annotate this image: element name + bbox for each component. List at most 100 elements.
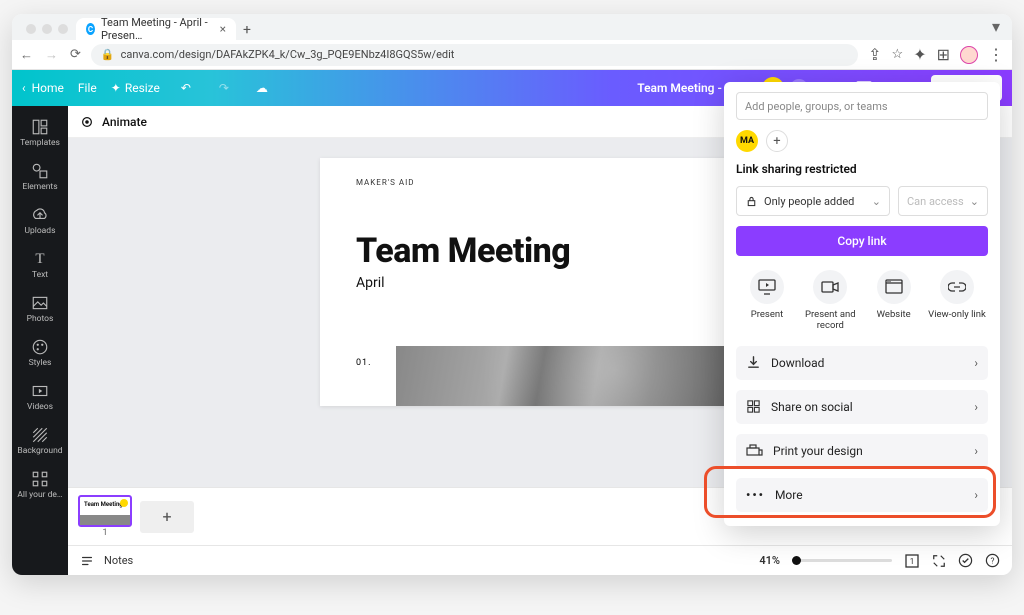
- action-share-social[interactable]: Share on social ›: [736, 390, 988, 424]
- thumb-avatar-icon: [120, 499, 128, 507]
- copy-link-button[interactable]: Copy link: [736, 226, 988, 256]
- add-people-input[interactable]: Add people, groups, or teams: [736, 92, 988, 120]
- add-people-placeholder: Add people, groups, or teams: [745, 100, 888, 113]
- browser-tab-strip: C Team Meeting - April - Presen… × + ▾: [12, 14, 1012, 40]
- browser-tab[interactable]: C Team Meeting - April - Presen… ×: [76, 18, 236, 40]
- slide-brand: MAKER'S AID: [356, 178, 724, 187]
- chevron-right-icon: ›: [974, 400, 978, 414]
- nav-reload-icon[interactable]: ⟳: [70, 47, 81, 63]
- sidebar-item-background[interactable]: Background: [12, 420, 68, 462]
- uploads-icon: [31, 206, 49, 224]
- bottom-bar: Notes 41% 1 ?: [68, 545, 1012, 575]
- notes-button[interactable]: Notes: [104, 554, 133, 567]
- chevron-left-icon: ‹: [22, 81, 26, 95]
- sidebar-item-photos[interactable]: Photos: [12, 288, 68, 330]
- traffic-close[interactable]: [26, 24, 36, 34]
- animate-icon: [80, 115, 94, 129]
- lock-icon: 🔒: [101, 48, 115, 61]
- lock-icon: [745, 195, 758, 208]
- photos-icon: [31, 294, 49, 312]
- more-icon: •••: [746, 488, 765, 502]
- share-panel: Add people, groups, or teams MA + Link s…: [724, 82, 1000, 526]
- nav-buttons: ← → ⟳: [20, 47, 81, 63]
- resize-button[interactable]: ✦Resize: [111, 81, 160, 95]
- nav-back-icon[interactable]: ←: [20, 47, 33, 63]
- sidebar-item-text[interactable]: T Text: [12, 244, 68, 286]
- browser-url-bar: ← → ⟳ 🔒 canva.com/design/DAFAkZPK4_k/Cw_…: [12, 40, 1012, 70]
- extension-icon[interactable]: ✦: [913, 45, 926, 64]
- traffic-min[interactable]: [42, 24, 52, 34]
- resize-icon: ✦: [111, 81, 121, 95]
- new-tab-button[interactable]: +: [236, 22, 258, 40]
- chevron-right-icon: ›: [974, 488, 978, 502]
- tab-title: Team Meeting - April - Presen…: [101, 16, 214, 42]
- animate-button[interactable]: Animate: [102, 115, 147, 129]
- slide-hero-image: [396, 346, 760, 406]
- nav-forward-icon[interactable]: →: [45, 47, 58, 63]
- apps-icon: [31, 470, 49, 488]
- share-option-website[interactable]: Website: [865, 270, 923, 332]
- share-owner-avatar[interactable]: MA: [736, 130, 758, 152]
- link-scope-select[interactable]: Only people added ⌄: [736, 186, 890, 216]
- home-label: Home: [32, 81, 64, 95]
- link-icon: [940, 270, 974, 304]
- action-print[interactable]: Print your design ›: [736, 434, 988, 468]
- link-sharing-label: Link sharing restricted: [736, 162, 988, 176]
- grid-view-icon[interactable]: 1: [904, 553, 920, 569]
- redo-icon[interactable]: ↷: [212, 81, 236, 95]
- svg-text:1: 1: [910, 557, 915, 566]
- undo-icon[interactable]: ↶: [174, 81, 198, 95]
- thumbnail-page-1[interactable]: Team Meeting: [78, 495, 132, 527]
- sidebar-item-uploads[interactable]: Uploads: [12, 200, 68, 242]
- print-icon: [746, 444, 763, 458]
- slide-title: Team Meeting: [356, 231, 724, 271]
- sidebar-item-all-designs[interactable]: All your de…: [12, 464, 68, 506]
- profile-avatar-icon[interactable]: [960, 46, 978, 64]
- link-access-select[interactable]: Can access ⌄: [898, 186, 988, 216]
- sidebar-item-styles[interactable]: Styles: [12, 332, 68, 374]
- social-icon: [746, 399, 761, 414]
- left-sidebar: Templates Elements Uploads T Text Photos…: [12, 106, 68, 575]
- sidebar-item-videos[interactable]: Videos: [12, 376, 68, 418]
- check-icon[interactable]: [958, 553, 973, 568]
- videos-icon: [31, 382, 49, 400]
- tab-close-icon[interactable]: ×: [220, 22, 226, 36]
- bookmark-icon[interactable]: ☆: [892, 47, 904, 62]
- share-option-viewonly[interactable]: View-only link: [928, 270, 986, 332]
- zoom-value: 41%: [759, 554, 780, 567]
- elements-icon: [31, 162, 49, 180]
- share-option-record[interactable]: Present and record: [801, 270, 859, 332]
- url-text: canva.com/design/DAFAkZPK4_k/Cw_3g_PQE9E…: [121, 48, 455, 61]
- slide-page-1[interactable]: MAKER'S AID Team Meeting April 01.: [320, 158, 760, 406]
- chevron-right-icon: ›: [974, 444, 978, 458]
- tab-overflow-icon[interactable]: ▾: [992, 17, 1012, 40]
- add-page-button[interactable]: +: [140, 501, 194, 533]
- background-icon: [31, 426, 49, 444]
- canva-favicon-icon: C: [86, 23, 95, 35]
- home-button[interactable]: ‹ Home: [22, 81, 64, 95]
- address-field[interactable]: 🔒 canva.com/design/DAFAkZPK4_k/Cw_3g_PQE…: [91, 44, 858, 66]
- action-more[interactable]: ••• More ›: [736, 478, 988, 512]
- share-option-present[interactable]: Present: [738, 270, 796, 332]
- website-icon: [877, 270, 911, 304]
- traffic-max[interactable]: [58, 24, 68, 34]
- zoom-slider[interactable]: [792, 559, 892, 562]
- cloud-sync-icon[interactable]: ☁: [250, 81, 274, 95]
- svg-text:?: ?: [991, 556, 995, 566]
- share-icon[interactable]: ⇪: [868, 45, 881, 64]
- fullscreen-icon[interactable]: [932, 554, 946, 568]
- thumb-number: 1: [102, 528, 107, 538]
- file-menu[interactable]: File: [78, 81, 97, 95]
- help-icon[interactable]: ?: [985, 553, 1000, 568]
- text-icon: T: [31, 250, 49, 268]
- templates-icon: [31, 118, 49, 136]
- chevron-right-icon: ›: [974, 356, 978, 370]
- sidebar-item-elements[interactable]: Elements: [12, 156, 68, 198]
- share-add-person-icon[interactable]: +: [766, 130, 788, 152]
- notes-icon: [80, 554, 94, 568]
- browser-menu-icon[interactable]: ⋮: [988, 45, 1004, 64]
- action-download[interactable]: Download ›: [736, 346, 988, 380]
- extension-menu-icon[interactable]: ⊞: [937, 45, 950, 64]
- chevron-down-icon: ⌄: [872, 195, 881, 208]
- sidebar-item-templates[interactable]: Templates: [12, 112, 68, 154]
